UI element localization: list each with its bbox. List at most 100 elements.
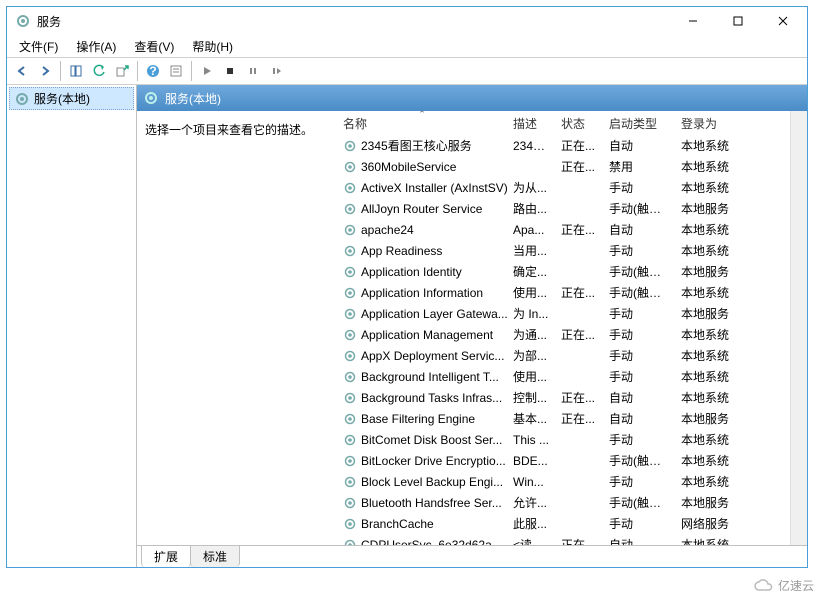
service-rows[interactable]: 2345看图王核心服务2345...正在...自动本地系统360MobileSe… — [337, 135, 790, 545]
service-row[interactable]: CDPUserSvc_6e32d62a<读...正在...自动本地系统 — [337, 534, 790, 545]
refresh-button[interactable] — [88, 60, 110, 82]
service-name-cell: Application Layer Gatewa... — [337, 307, 507, 321]
service-logon-cell: 本地系统 — [675, 158, 745, 175]
service-name-cell: BranchCache — [337, 517, 507, 531]
service-row[interactable]: Background Intelligent T...使用...手动本地系统 — [337, 366, 790, 387]
service-name-cell: apache24 — [337, 223, 507, 237]
vertical-scrollbar[interactable] — [790, 111, 807, 545]
service-row[interactable]: Application Information使用...正在...手动(触发..… — [337, 282, 790, 303]
service-desc-cell: 路由... — [507, 200, 555, 217]
service-state-cell: 正在... — [555, 221, 603, 238]
service-row[interactable]: BitComet Disk Boost Ser...This ...手动本地系统 — [337, 429, 790, 450]
column-name[interactable]: 名称 — [337, 111, 507, 135]
service-name-cell: Background Tasks Infras... — [337, 391, 507, 405]
service-logon-cell: 本地系统 — [675, 473, 745, 490]
titlebar: 服务 — [7, 7, 807, 35]
menu-action[interactable]: 操作(A) — [68, 36, 124, 57]
service-start-cell: 自动 — [603, 137, 675, 154]
stop-service-button[interactable] — [219, 60, 241, 82]
column-startup-type[interactable]: 启动类型 — [603, 111, 675, 135]
service-row[interactable]: Base Filtering Engine基本...正在...自动本地服务 — [337, 408, 790, 429]
minimize-button[interactable] — [670, 7, 715, 35]
forward-button[interactable] — [34, 60, 56, 82]
service-state-cell: 正在... — [555, 137, 603, 154]
tree-root-services-local[interactable]: 服务(本地) — [9, 87, 134, 110]
menubar: 文件(F) 操作(A) 查看(V) 帮助(H) — [7, 35, 807, 57]
service-start-cell: 自动 — [603, 410, 675, 427]
bottom-tabs: 扩展 标准 — [137, 545, 807, 567]
properties-button[interactable] — [165, 60, 187, 82]
window-title: 服务 — [37, 13, 670, 30]
service-start-cell: 自动 — [603, 536, 675, 545]
service-logon-cell: 本地服务 — [675, 305, 745, 322]
service-row[interactable]: 360MobileService 正在...禁用本地系统 — [337, 156, 790, 177]
service-desc-cell: 允许... — [507, 494, 555, 511]
help-button[interactable]: ? — [142, 60, 164, 82]
menu-help[interactable]: 帮助(H) — [184, 36, 241, 57]
services-window: 服务 文件(F) 操作(A) 查看(V) 帮助(H) ? 服务(本地) — [6, 6, 808, 568]
column-headers: 名称 描述 状态 启动类型 登录为 — [337, 111, 790, 135]
watermark-text: 亿速云 — [778, 577, 814, 594]
right-pane-header: 服务(本地) — [137, 85, 807, 111]
service-row[interactable]: Application Management为通...正在...手动本地系统 — [337, 324, 790, 345]
service-row[interactable]: AppX Deployment Servic...为部...手动本地系统 — [337, 345, 790, 366]
toolbar-separator — [60, 61, 61, 81]
service-row[interactable]: Block Level Backup Engi...Win...手动本地系统 — [337, 471, 790, 492]
service-row[interactable]: App Readiness当用...手动本地系统 — [337, 240, 790, 261]
service-start-cell: 禁用 — [603, 158, 675, 175]
service-name-cell: Application Management — [337, 328, 507, 342]
service-logon-cell: 本地系统 — [675, 242, 745, 259]
service-logon-cell: 本地服务 — [675, 494, 745, 511]
service-logon-cell: 本地系统 — [675, 431, 745, 448]
close-button[interactable] — [760, 7, 805, 35]
right-content: 选择一个项目来查看它的描述。 名称 描述 状态 启动类型 登录为 2345看图王… — [137, 111, 807, 545]
service-row[interactable]: Bluetooth Handsfree Ser...允许...手动(触发...本… — [337, 492, 790, 513]
maximize-button[interactable] — [715, 7, 760, 35]
service-logon-cell: 本地系统 — [675, 368, 745, 385]
service-desc-cell: 为 In... — [507, 305, 555, 322]
service-desc-cell: Win... — [507, 475, 555, 489]
service-name-cell: AppX Deployment Servic... — [337, 349, 507, 363]
service-start-cell: 手动 — [603, 431, 675, 448]
restart-service-button[interactable] — [265, 60, 287, 82]
column-logon-as[interactable]: 登录为 — [675, 111, 745, 135]
service-desc-cell: 此服... — [507, 515, 555, 532]
service-row[interactable]: BranchCache此服...手动网络服务 — [337, 513, 790, 534]
service-row[interactable]: Background Tasks Infras...控制...正在...自动本地… — [337, 387, 790, 408]
right-pane-title: 服务(本地) — [165, 90, 221, 107]
service-state-cell: 正在... — [555, 284, 603, 301]
column-description[interactable]: 描述 — [507, 111, 555, 135]
service-state-cell: 正在... — [555, 326, 603, 343]
service-name-cell: Background Intelligent T... — [337, 370, 507, 384]
service-row[interactable]: Application Identity确定...手动(触发...本地服务 — [337, 261, 790, 282]
export-list-button[interactable] — [111, 60, 133, 82]
service-start-cell: 手动 — [603, 368, 675, 385]
service-state-cell: 正在... — [555, 158, 603, 175]
menu-file[interactable]: 文件(F) — [11, 36, 66, 57]
tree-pane: 服务(本地) — [7, 85, 137, 567]
gear-icon — [143, 90, 159, 106]
column-state[interactable]: 状态 — [555, 111, 603, 135]
back-button[interactable] — [11, 60, 33, 82]
service-start-cell: 自动 — [603, 221, 675, 238]
pause-service-button[interactable] — [242, 60, 264, 82]
service-start-cell: 手动(触发... — [603, 494, 675, 511]
description-prompt: 选择一个项目来查看它的描述。 — [145, 123, 313, 137]
service-row[interactable]: ActiveX Installer (AxInstSV)为从...手动本地系统 — [337, 177, 790, 198]
tab-standard[interactable]: 标准 — [190, 545, 240, 567]
service-start-cell: 手动(触发... — [603, 200, 675, 217]
gear-icon — [14, 91, 30, 107]
menu-view[interactable]: 查看(V) — [126, 36, 182, 57]
service-row[interactable]: 2345看图王核心服务2345...正在...自动本地系统 — [337, 135, 790, 156]
service-row[interactable]: BitLocker Drive Encryptio...BDE...手动(触发.… — [337, 450, 790, 471]
show-hide-tree-button[interactable] — [65, 60, 87, 82]
service-row[interactable]: AllJoyn Router Service路由...手动(触发...本地服务 — [337, 198, 790, 219]
service-state-cell: 正在... — [555, 536, 603, 545]
service-row[interactable]: apache24Apa...正在...自动本地系统 — [337, 219, 790, 240]
start-service-button[interactable] — [196, 60, 218, 82]
service-row[interactable]: Application Layer Gatewa...为 In...手动本地服务 — [337, 303, 790, 324]
service-logon-cell: 本地系统 — [675, 452, 745, 469]
service-name-cell: 360MobileService — [337, 160, 507, 174]
tab-extended[interactable]: 扩展 — [141, 545, 191, 567]
service-list: 名称 描述 状态 启动类型 登录为 2345看图王核心服务2345...正在..… — [337, 111, 790, 545]
